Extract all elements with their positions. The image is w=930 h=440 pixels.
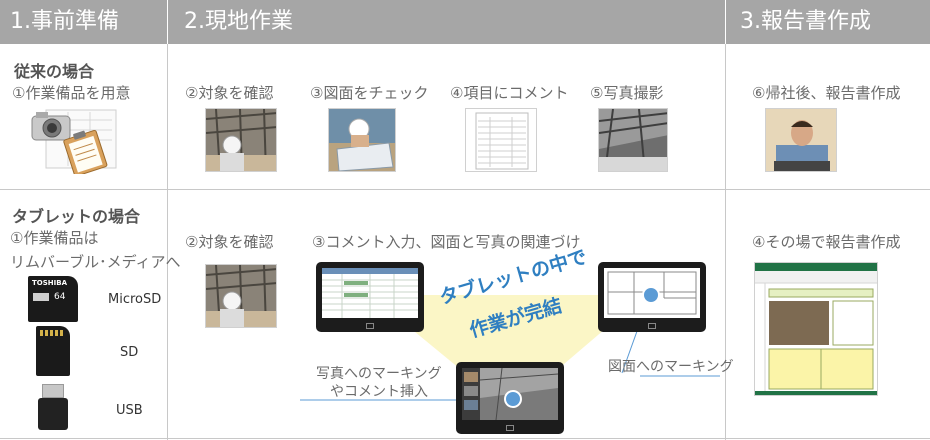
sd-card-contacts	[40, 330, 64, 336]
photo-marker-dot	[504, 390, 522, 408]
tablet-report-step: ④その場で報告書作成	[752, 233, 901, 251]
header-prep: 1.事前準備	[0, 0, 167, 44]
usb-stick-image	[36, 384, 70, 432]
media-label-sd: SD	[120, 345, 139, 360]
drawing-marking-label: 図面へのマーキング	[608, 359, 734, 375]
microsd-logo	[33, 293, 49, 301]
media-label-microsd: MicroSD	[108, 292, 162, 307]
tablet-drawing	[598, 262, 706, 332]
conventional-title: 従来の場合	[14, 62, 95, 81]
inspection-worker-photo-tablet	[205, 264, 277, 328]
divider-prep-field	[167, 44, 168, 440]
drawing-marker-dot	[642, 286, 660, 304]
tablet-home-button	[648, 323, 656, 329]
ceiling-photo	[598, 108, 668, 172]
conventional-step-4: ④項目にコメント	[450, 84, 569, 102]
tablet-spreadsheet	[316, 262, 424, 332]
header-report: 3.報告書作成	[726, 0, 930, 44]
inspection-worker-photo	[205, 108, 277, 172]
usb-connector	[42, 384, 64, 398]
sd-card-image	[36, 326, 70, 376]
tablet-home-button	[366, 323, 374, 329]
report-spreadsheet-screenshot	[754, 262, 878, 396]
divider-field-report	[725, 44, 726, 440]
tablet-home-button	[506, 425, 514, 431]
camera-clipboard-illustration	[28, 108, 120, 177]
conventional-prep-step: ①作業備品を用意	[12, 84, 131, 102]
conventional-step-3: ③図面をチェック	[310, 84, 429, 102]
photo-marking-label-line1: 写真へのマーキング	[316, 366, 442, 382]
tablet-case-title: タブレットの場合	[12, 207, 141, 226]
tablet-step-2: ②対象を確認	[185, 233, 274, 251]
tablet-spreadsheet-screen	[322, 268, 418, 318]
divider-rows	[0, 189, 930, 190]
conventional-step-5: ⑤写真撮影	[590, 84, 664, 102]
tablet-photo	[456, 362, 564, 434]
sd-capacity-label: 64	[54, 292, 66, 302]
drawing-check-photo	[328, 108, 396, 172]
conventional-report-step: ⑥帰社後、報告書作成	[752, 84, 901, 102]
tablet-prep-step-line1: ①作業備品は	[10, 229, 99, 247]
photo-marking-label-line2: やコメント挿入	[330, 384, 428, 400]
header-field-work: 2.現地作業	[168, 0, 725, 44]
tablet-step-3: ③コメント入力、図面と写真の関連づけ	[312, 233, 581, 251]
media-label-usb: USB	[116, 403, 143, 418]
conventional-step-2: ②対象を確認	[185, 84, 274, 102]
comment-form-document	[465, 108, 537, 172]
sd-brand-label: TOSHIBA	[32, 279, 67, 287]
tablet-prep-step-line2: リムバーブル･メディアへ	[10, 253, 181, 271]
microsd-card-image: TOSHIBA 64	[28, 276, 78, 322]
office-worker-photo	[765, 108, 837, 172]
usb-body	[38, 398, 68, 430]
